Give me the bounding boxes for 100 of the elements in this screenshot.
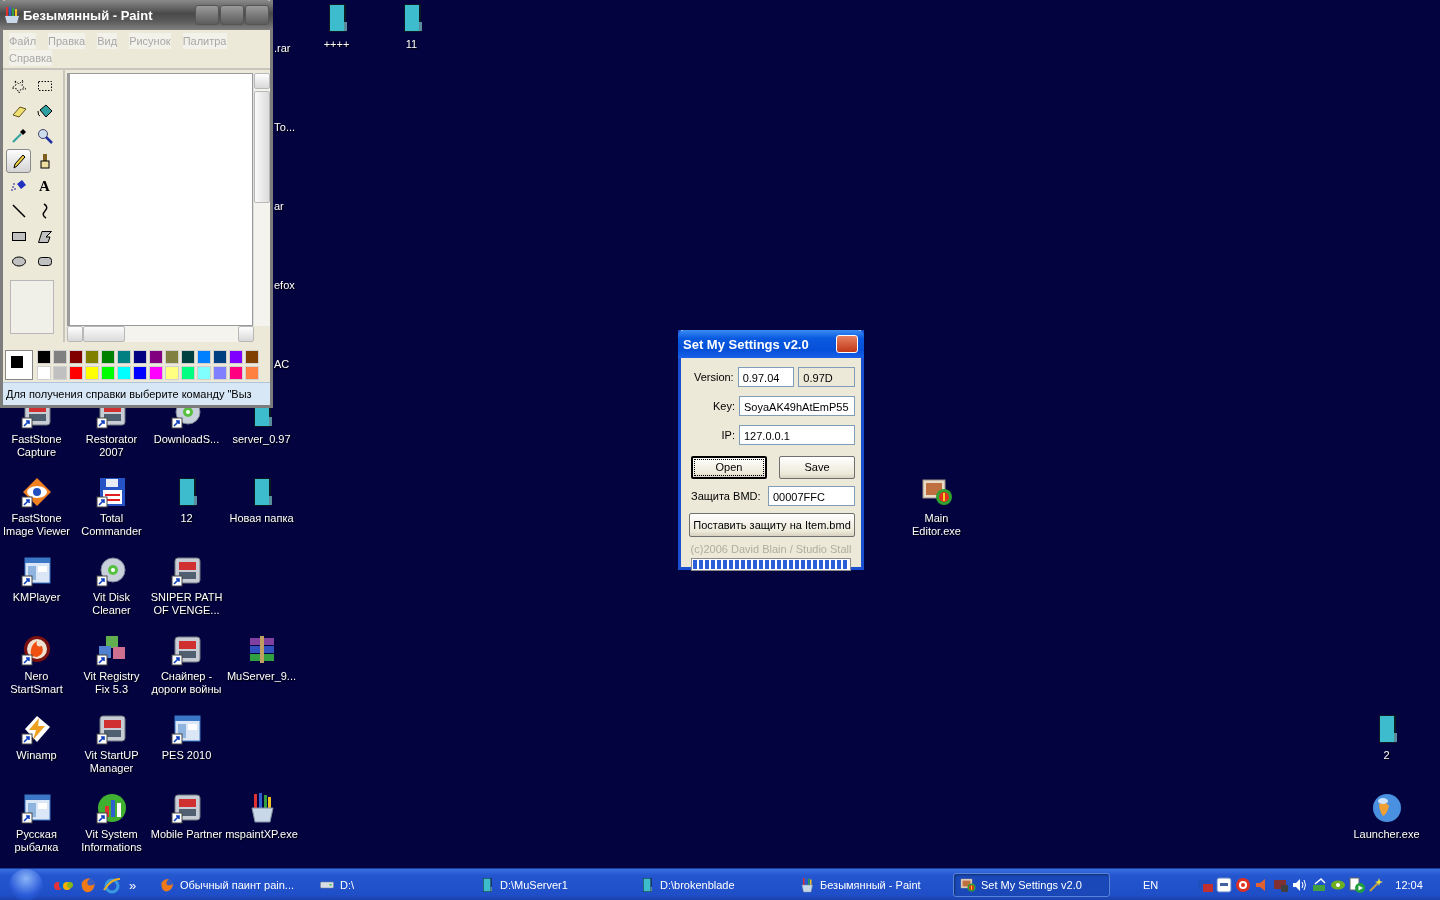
icon-label[interactable]: То... <box>274 121 296 134</box>
maximize-button[interactable] <box>220 5 244 25</box>
color-swatch[interactable] <box>53 366 67 380</box>
icon-label[interactable]: Снайпер - дороги войны <box>151 670 222 696</box>
icon-label[interactable]: Vit Disk Cleaner <box>92 591 131 617</box>
input-field[interactable]: 127.0.0.1 <box>739 425 855 445</box>
horizontal-scrollbar[interactable] <box>67 326 254 342</box>
taskbar-button[interactable]: Обычный паинт pain... <box>153 873 310 897</box>
lightning-icon[interactable] <box>20 713 53 745</box>
color-swatch[interactable] <box>213 366 227 380</box>
taskbar-button[interactable]: D:\brokenblade <box>633 873 790 897</box>
color-swatch[interactable] <box>197 350 211 364</box>
icon-label[interactable]: Mobile Partner <box>150 828 223 841</box>
icon-label[interactable]: Nero StartSmart <box>10 670 63 696</box>
icon-label[interactable]: Vit Registry Fix 5.3 <box>83 670 140 696</box>
icon-label[interactable]: Restorator 2007 <box>85 433 138 459</box>
color-swatch[interactable] <box>69 350 83 364</box>
icon-label[interactable]: SNIPER PATH OF VENGE... <box>150 591 223 617</box>
cubes-icon[interactable] <box>95 634 128 666</box>
window-icon[interactable] <box>20 792 53 824</box>
icon-label[interactable]: .rar <box>274 42 291 55</box>
disc-icon[interactable] <box>95 555 128 587</box>
taskbar-button[interactable]: Set My Settings v2.0 <box>953 873 1110 897</box>
wand-icon[interactable] <box>1368 877 1385 893</box>
icon-label[interactable]: KMPlayer <box>12 591 61 604</box>
color-swatch[interactable] <box>197 366 211 380</box>
color-swatch[interactable] <box>165 366 179 380</box>
floppy-disk-icon[interactable] <box>95 476 128 508</box>
color-swatch[interactable] <box>133 350 147 364</box>
color-swatch[interactable] <box>181 366 195 380</box>
monitor-icon[interactable] <box>920 476 953 508</box>
volume-icon[interactable] <box>1292 877 1309 893</box>
app-icon[interactable] <box>170 555 203 587</box>
chart-icon[interactable] <box>95 792 128 824</box>
input-field[interactable]: 00007FFC <box>768 486 855 506</box>
color-swatch[interactable] <box>37 366 51 380</box>
icon-label[interactable]: MuServer_9... <box>226 670 297 683</box>
icon-label[interactable]: FastStone Capture <box>11 433 62 459</box>
icon-label[interactable]: Vit System Informations <box>81 828 142 854</box>
minimize-button[interactable] <box>195 5 219 25</box>
icon-label[interactable]: Total Commander <box>81 512 142 538</box>
icon-label[interactable]: ++++ <box>323 38 350 51</box>
taskbar-button[interactable]: Безымянный - Paint <box>793 873 950 897</box>
color-swatch[interactable] <box>101 366 115 380</box>
eye-icon[interactable] <box>20 476 53 508</box>
icon-label[interactable]: 2 <box>1383 749 1390 762</box>
color-swatch[interactable] <box>165 350 179 364</box>
dialog-button[interactable]: Save <box>779 455 855 479</box>
network-icon[interactable] <box>1311 877 1328 893</box>
icon-label[interactable]: AC <box>274 358 290 371</box>
taskbar-button[interactable]: D:\MuServer1 <box>473 873 630 897</box>
icon-label[interactable]: ar <box>274 200 284 213</box>
browser-icon[interactable] <box>79 876 97 894</box>
color-swatch[interactable] <box>53 350 67 364</box>
start-button[interactable] <box>9 869 43 900</box>
color-swatch[interactable] <box>85 350 99 364</box>
input-field[interactable]: 0.97.04 <box>737 367 795 387</box>
color-swatch[interactable] <box>245 350 259 364</box>
language-indicator[interactable]: EN <box>1143 879 1159 891</box>
app-icon[interactable] <box>170 792 203 824</box>
browser-e-icon[interactable] <box>103 876 121 894</box>
icon-label[interactable]: DownloadS... <box>153 433 220 446</box>
app-icon[interactable] <box>95 713 128 745</box>
protect-button[interactable]: Поставить защиту на Item.bmd <box>689 513 855 537</box>
icon-label[interactable]: Launcher.exe <box>1353 828 1420 841</box>
icon-label[interactable]: mspaintXP.exe <box>225 828 298 841</box>
drawing-canvas[interactable] <box>67 73 253 326</box>
icon-label[interactable]: 11 <box>405 38 418 51</box>
icon-label[interactable]: Русская рыбалка <box>14 828 59 854</box>
app-icon[interactable] <box>170 634 203 666</box>
color-swatch[interactable] <box>229 350 243 364</box>
icon-label[interactable]: Новая папка <box>229 512 294 525</box>
color-swatch[interactable] <box>181 350 195 364</box>
icon-label[interactable]: efox <box>274 279 295 292</box>
icon-label[interactable]: FastStone Image Viewer <box>2 512 71 538</box>
color-swatch[interactable] <box>69 366 83 380</box>
color-swatch[interactable] <box>117 366 131 380</box>
window-icon[interactable] <box>170 713 203 745</box>
close-button[interactable] <box>245 5 269 25</box>
color-swatch[interactable] <box>229 366 243 380</box>
tool-button[interactable] <box>6 149 31 173</box>
taskbar-button[interactable]: D:\ <box>313 873 470 897</box>
globe-icon[interactable] <box>1370 792 1403 824</box>
clock[interactable]: 12:04 <box>1395 879 1423 891</box>
icon-label[interactable]: Main Editor.exe <box>912 512 961 538</box>
icon-label[interactable]: Vit StartUP Manager <box>84 749 139 775</box>
icon-label[interactable]: server_0.97 <box>232 433 291 446</box>
color-swatch[interactable] <box>85 366 99 380</box>
input-field[interactable]: SoyaAK49hAtEmP55 <box>739 396 855 416</box>
color-swatch[interactable] <box>213 350 227 364</box>
color-swatch[interactable] <box>149 350 163 364</box>
color-swatch[interactable] <box>245 366 259 380</box>
target-icon[interactable] <box>1235 877 1252 893</box>
vertical-scrollbar[interactable] <box>253 73 270 326</box>
color-swatch[interactable] <box>37 350 51 364</box>
app-icon[interactable] <box>1216 877 1233 893</box>
play-icon[interactable] <box>1349 877 1366 893</box>
color-swatch[interactable] <box>101 350 115 364</box>
tool-button[interactable]: A <box>32 174 57 198</box>
icon-label[interactable]: PES 2010 <box>161 749 212 762</box>
